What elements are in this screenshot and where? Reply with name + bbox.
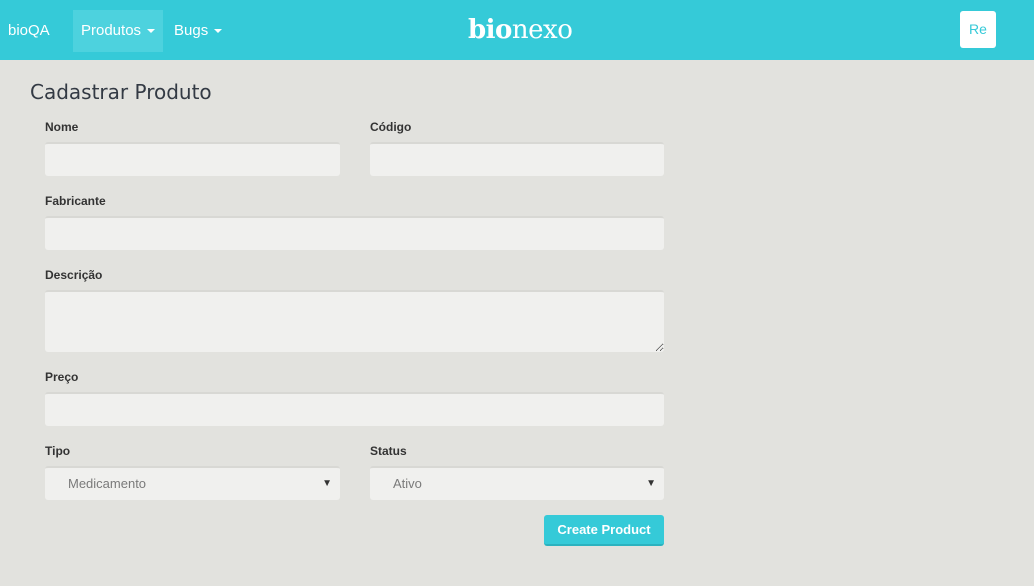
logo-text-light: nexo	[511, 15, 573, 45]
preco-input[interactable]	[45, 392, 664, 426]
bugs-menu-label: Bugs	[174, 22, 209, 39]
produtos-menu[interactable]: Produtos	[73, 10, 164, 52]
caret-down-icon	[147, 29, 156, 34]
tipo-selected-value: Medicamento	[68, 476, 147, 491]
codigo-input[interactable]	[370, 142, 664, 176]
codigo-label: Código	[370, 120, 412, 134]
status-label: Status	[370, 444, 407, 458]
brand-link[interactable]: bioQA	[8, 0, 50, 60]
tipo-label: Tipo	[45, 444, 71, 458]
tipo-select[interactable]: Medicamento ▼	[45, 466, 340, 500]
create-product-button[interactable]: Create Product	[544, 515, 664, 546]
nome-label: Nome	[45, 120, 79, 134]
page-title: Cadastrar Produto	[30, 80, 212, 104]
logo-text-bold: bio	[468, 15, 512, 45]
select-arrow-icon: ▼	[646, 478, 656, 489]
caret-down-icon	[214, 29, 223, 34]
bugs-menu[interactable]: Bugs	[166, 10, 230, 52]
fabricante-label: Fabricante	[45, 194, 106, 208]
top-navbar: bioQA Produtos Bugs bionexo Re	[0, 0, 1034, 60]
user-avatar-button[interactable]: Re	[960, 11, 996, 48]
produtos-menu-label: Produtos	[81, 22, 142, 39]
nome-input[interactable]	[45, 142, 340, 176]
preco-label: Preço	[45, 370, 79, 384]
status-select[interactable]: Ativo ▼	[370, 466, 664, 500]
select-arrow-icon: ▼	[322, 478, 332, 489]
descricao-textarea[interactable]	[45, 290, 664, 352]
fabricante-input[interactable]	[45, 216, 664, 250]
status-selected-value: Ativo	[393, 476, 422, 491]
bionexo-logo: bionexo	[468, 12, 573, 48]
descricao-label: Descrição	[45, 268, 103, 282]
